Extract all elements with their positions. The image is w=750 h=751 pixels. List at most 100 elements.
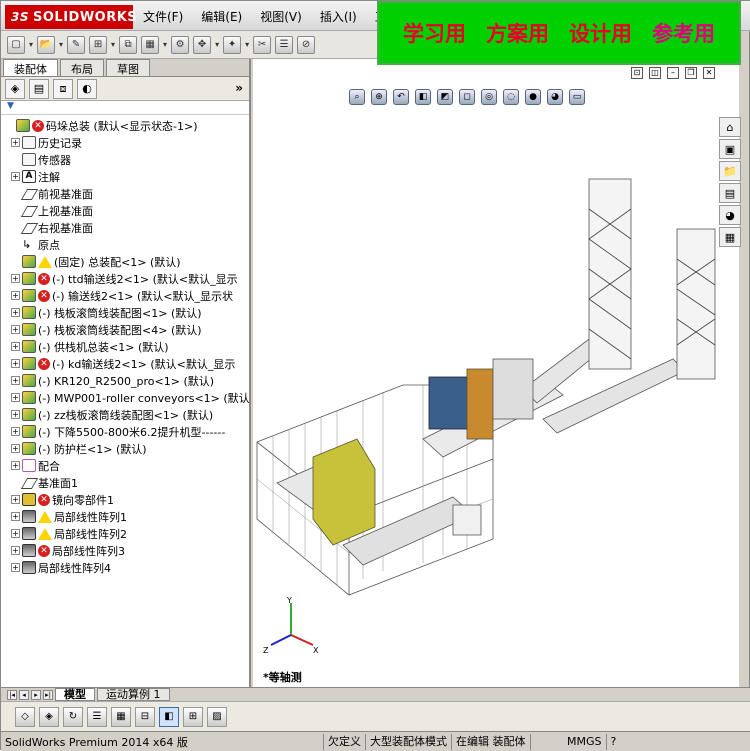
feature-manager-icon[interactable]: ◈	[5, 78, 25, 99]
tree-node[interactable]: + (-) 下降5500-800米6.2提升机型------	[1, 423, 249, 440]
menu-edit[interactable]: 编辑(E)	[199, 7, 244, 26]
tree-node[interactable]: + 局部线性阵列2	[1, 525, 249, 542]
unit-system[interactable]: MMGS	[529, 733, 606, 750]
menu-insert[interactable]: 插入(I)	[318, 7, 359, 26]
bill-of-materials-icon[interactable]: ☰	[275, 35, 294, 54]
tree-node[interactable]: + (-) 防护栏<1> (默认)	[1, 440, 249, 457]
configuration-manager-icon[interactable]: ⧈	[53, 78, 73, 99]
move-component-icon[interactable]: ✥	[193, 35, 212, 54]
list-view-icon[interactable]: ☰	[87, 706, 107, 727]
graphics-area[interactable]: ⊡ ◫ – ❐ ✕ ⌕ ⊕ ↶ ◧ ◩ ◻ ◎ ◌ ● ◕ ▭ ⌂ ▣ 📁 ▤ …	[253, 59, 741, 687]
tab-motion-study[interactable]: 运动算例 1	[97, 688, 170, 701]
menu-view[interactable]: 视图(V)	[258, 7, 304, 26]
insert-dropdown-icon[interactable]: ▾	[111, 40, 115, 49]
reference-geometry-icon[interactable]: ✦	[223, 35, 242, 54]
tree-node[interactable]: 传感器	[1, 151, 249, 168]
tab-model[interactable]: 模型	[55, 688, 95, 701]
last-tab-icon[interactable]: ▸|	[43, 689, 53, 700]
table-icon[interactable]: ⊞	[183, 706, 203, 727]
expand-toggle-icon[interactable]: +	[11, 529, 20, 538]
property-manager-icon[interactable]: ▤	[29, 78, 49, 99]
expand-toggle-icon[interactable]: +	[11, 427, 20, 436]
display-manager-icon[interactable]: ◐	[77, 78, 97, 99]
tree-node[interactable]: 上视基准面	[1, 202, 249, 219]
rotate-icon[interactable]: ↻	[63, 706, 83, 727]
expand-toggle-icon[interactable]: +	[11, 342, 20, 351]
exploded-view-icon[interactable]: ✂	[253, 35, 272, 54]
expand-toggle-icon[interactable]: +	[11, 274, 20, 283]
tree-node[interactable]: 前视基准面	[1, 185, 249, 202]
open-folder-icon[interactable]: 📂	[37, 35, 56, 54]
tree-node[interactable]: + A 注解	[1, 168, 249, 185]
tree-node[interactable]: + (-) KR120_R2500_pro<1> (默认)	[1, 372, 249, 389]
tree-node[interactable]: + (-) MWP001-roller conveyors<1> (默认	[1, 389, 249, 406]
tree-node[interactable]: + (-) 供栈机总装<1> (默认)	[1, 338, 249, 355]
insert-component-icon[interactable]: ⊞	[89, 35, 108, 54]
tree-node[interactable]: ✕ 码垛总装 (默认<显示状态-1>)	[1, 117, 249, 134]
smart-fasteners-icon[interactable]: ⚙	[171, 35, 190, 54]
section-icon[interactable]: ⊟	[135, 706, 155, 727]
expand-toggle-icon[interactable]: +	[11, 495, 20, 504]
expand-toggle-icon[interactable]: +	[11, 563, 20, 572]
shaded-edges-icon[interactable]: ◧	[159, 706, 179, 727]
interference-icon[interactable]: ⊘	[297, 35, 316, 54]
tree-node[interactable]: + (-) 栈板滚筒线装配图<4> (默认)	[1, 321, 249, 338]
help-icon[interactable]: ?	[605, 733, 626, 750]
expand-toggle-icon[interactable]: +	[11, 376, 20, 385]
tree-node[interactable]: + 配合	[1, 457, 249, 474]
expand-toggle-icon[interactable]: +	[11, 546, 20, 555]
file-explorer-icon[interactable]: 📁	[719, 161, 741, 181]
menu-file[interactable]: 文件(F)	[141, 7, 185, 26]
new-document-icon[interactable]: ▢	[7, 35, 25, 54]
tree-node[interactable]: + 历史记录	[1, 134, 249, 151]
first-tab-icon[interactable]: |◂	[7, 689, 17, 700]
tree-node[interactable]: + (-) 栈板滚筒线装配图<1> (默认)	[1, 304, 249, 321]
tree-node[interactable]: + ✕ 局部线性阵列3	[1, 542, 249, 559]
tree-node[interactable]: + 局部线性阵列1	[1, 508, 249, 525]
pattern-dropdown-icon[interactable]: ▾	[163, 40, 167, 49]
tree-node[interactable]: 基准面1	[1, 474, 249, 491]
tree-node[interactable]: + ✕ (-) 输送线2<1> (默认<默认_显示状	[1, 287, 249, 304]
tree-node[interactable]: + ✕ 镜向零部件1	[1, 491, 249, 508]
tree-node[interactable]: + ✕ (-) kd输送线2<1> (默认<默认_显示	[1, 355, 249, 372]
isometric-icon[interactable]: ◇	[15, 706, 35, 727]
tree-node[interactable]: (固定) 总装配<1> (默认)	[1, 253, 249, 270]
reference-dropdown-icon[interactable]: ▾	[245, 40, 249, 49]
new-dropdown-icon[interactable]: ▾	[29, 40, 33, 49]
edit-component-icon[interactable]: ✎	[67, 35, 86, 54]
next-tab-icon[interactable]: ▸	[31, 689, 41, 700]
expand-toggle-icon[interactable]: +	[11, 461, 20, 470]
tree-node[interactable]: + ✕ (-) ttd输送线2<1> (默认<默认_显示	[1, 270, 249, 287]
expand-toggle-icon[interactable]: +	[11, 393, 20, 402]
dimetric-icon[interactable]: ◈	[39, 706, 59, 727]
tree-node[interactable]: + (-) zz栈板滚筒线装配图<1> (默认)	[1, 406, 249, 423]
expand-toggle-icon[interactable]: +	[11, 444, 20, 453]
tree-node[interactable]: + 局部线性阵列4	[1, 559, 249, 576]
view-palette-icon[interactable]: ▤	[719, 183, 741, 203]
expand-panel-icon[interactable]: »	[235, 81, 243, 95]
prev-tab-icon[interactable]: ◂	[19, 689, 29, 700]
image-icon[interactable]: ▨	[207, 706, 227, 727]
expand-toggle-icon[interactable]: +	[11, 138, 20, 147]
custom-properties-icon[interactable]: ▦	[719, 227, 741, 247]
design-library-icon[interactable]: ▣	[719, 139, 741, 159]
expand-toggle-icon[interactable]: +	[11, 325, 20, 334]
tree-node[interactable]: ↳ 原点	[1, 236, 249, 253]
open-dropdown-icon[interactable]: ▾	[59, 40, 63, 49]
solidworks-resources-icon[interactable]: ⌂	[719, 117, 741, 137]
grid-view-icon[interactable]: ▦	[111, 706, 131, 727]
expand-toggle-icon[interactable]: +	[11, 308, 20, 317]
move-dropdown-icon[interactable]: ▾	[215, 40, 219, 49]
tab-layout[interactable]: 布局	[60, 59, 104, 76]
expand-toggle-icon[interactable]: +	[11, 359, 20, 368]
pattern-icon[interactable]: ▦	[141, 35, 160, 54]
tab-assembly[interactable]: 装配体	[3, 59, 58, 76]
expand-toggle-icon[interactable]: +	[11, 291, 20, 300]
expand-toggle-icon[interactable]: +	[11, 512, 20, 521]
tab-sketch[interactable]: 草图	[106, 59, 150, 76]
tree-node[interactable]: 右视基准面	[1, 219, 249, 236]
expand-toggle-icon[interactable]: +	[11, 172, 20, 181]
filter-icon[interactable]: ▼	[1, 101, 249, 115]
mate-icon[interactable]: ⧉	[119, 35, 138, 54]
expand-toggle-icon[interactable]: +	[11, 410, 20, 419]
